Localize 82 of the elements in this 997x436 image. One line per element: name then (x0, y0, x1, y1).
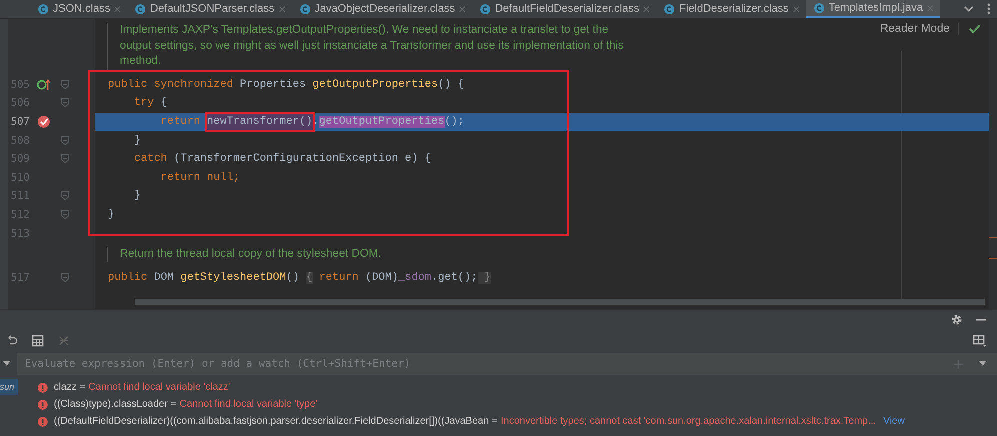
watch-value: Cannot find local variable 'type' (180, 399, 318, 410)
code-token: Properties (240, 78, 308, 91)
watch-value: Cannot find local variable 'clazz' (88, 382, 230, 393)
file-tab[interactable]: FieldDeserializer.class (656, 0, 806, 18)
file-tab[interactable]: DefaultFieldDeserializer.class (472, 0, 656, 18)
code-token: newTransformer() (205, 112, 315, 132)
code-token: return (160, 116, 202, 128)
fold-icon[interactable] (60, 136, 70, 146)
fold-icon[interactable] (60, 154, 70, 164)
file-tab[interactable]: JSON.class (30, 0, 128, 18)
class-file-icon (300, 4, 311, 14)
code-token: . (312, 116, 320, 128)
code-token: () (286, 272, 300, 284)
code-token: (DOM) (365, 272, 398, 284)
doc-comment-line: output settings, so we might as well just instanciate a Transformer and use its implementation of this (120, 38, 624, 54)
file-tab[interactable]: JavaObjectDeserializer.class (292, 0, 472, 18)
code-token: getOutputProperties (312, 78, 438, 91)
doc-comment-line: method. (120, 54, 162, 69)
code-token: } (133, 190, 142, 202)
watch-name: ((DefaultFieldDeserializer)((com.alibaba.fastjson.parser.deserializer.FieldDeserializer[])((JavaBean (54, 416, 490, 427)
equals-sign: = (170, 399, 177, 410)
fold-icon[interactable] (60, 272, 70, 283)
close-icon[interactable] (278, 6, 286, 12)
settings-icon[interactable] (951, 314, 963, 326)
code-token: getStylesheetDOM (180, 272, 286, 284)
close-icon[interactable] (927, 4, 934, 12)
scrollbar[interactable] (989, 19, 997, 309)
code-token: _sdom (398, 272, 432, 284)
dropdown-icon[interactable] (3, 361, 11, 367)
class-file-icon (664, 4, 676, 14)
scrollbar-thumb[interactable] (135, 299, 985, 305)
check-icon (969, 24, 981, 34)
code-token: .get(); (432, 272, 478, 284)
close-icon[interactable] (114, 6, 122, 12)
dropdown-icon[interactable] (979, 361, 987, 367)
code-token: catch (133, 153, 168, 166)
watch-value: Inconvertible types; cannot cast 'com.sun.org.apache.xalan.internal.xsltc.trax.Temp... (501, 416, 876, 427)
breakpoint-icon[interactable] (37, 114, 51, 129)
code-token: return null; (160, 172, 240, 184)
code-token: { (306, 272, 313, 284)
minimize-icon[interactable] (975, 318, 987, 322)
close-icon[interactable] (792, 6, 800, 12)
code-token: getOutputProperties (319, 116, 445, 128)
code-token: (); (444, 116, 464, 128)
fold-icon[interactable] (60, 191, 70, 202)
calculator-icon[interactable] (32, 335, 44, 347)
class-file-icon (135, 4, 146, 14)
code-token: public (108, 272, 149, 284)
class-file-icon (38, 4, 49, 14)
watch-name: ((Class)type).classLoader (54, 399, 168, 410)
code-token: return (318, 272, 360, 284)
code-token: } (133, 134, 142, 147)
close-icon[interactable] (643, 6, 650, 12)
code-token: DOM (154, 272, 176, 284)
line-number: 507 (10, 116, 30, 128)
fold-icon[interactable] (60, 210, 70, 220)
equals-sign: = (80, 382, 86, 393)
view-link[interactable]: View (883, 416, 905, 427)
code-token: try (133, 97, 154, 110)
more-icon[interactable] (987, 3, 991, 15)
reader-mode-button[interactable]: Reader Mode (880, 23, 959, 35)
layout-icon[interactable] (973, 335, 987, 347)
class-file-icon (814, 2, 825, 14)
override-icon[interactable] (37, 78, 51, 91)
file-tab[interactable]: DefaultJSONParser.class (127, 0, 292, 18)
class-file-icon (480, 4, 492, 14)
equals-sign: = (492, 416, 498, 427)
code-token: (TransformerConfigurationException e) { (173, 153, 432, 166)
code-token: } (478, 272, 491, 284)
code-token: public synchronized (108, 78, 234, 91)
watch-name: clazz (54, 382, 77, 393)
undo-icon[interactable] (6, 335, 18, 347)
frame-label[interactable]: sun (0, 379, 18, 395)
doc-comment-line: Return the thread local copy of the stylesheet DOM. (120, 246, 382, 262)
code-token: () { (438, 78, 464, 91)
fold-icon[interactable] (60, 98, 70, 108)
fold-icon[interactable] (60, 80, 70, 90)
code-token: } (108, 208, 115, 221)
code-token: { (160, 97, 168, 110)
file-tab[interactable]: TemplatesImpl.java (806, 0, 940, 18)
close-icon[interactable] (459, 6, 466, 12)
doc-comment-line: Implements JAXP's Templates.getOutputProperties(). We need to instanciate a translet to get the (120, 23, 610, 38)
